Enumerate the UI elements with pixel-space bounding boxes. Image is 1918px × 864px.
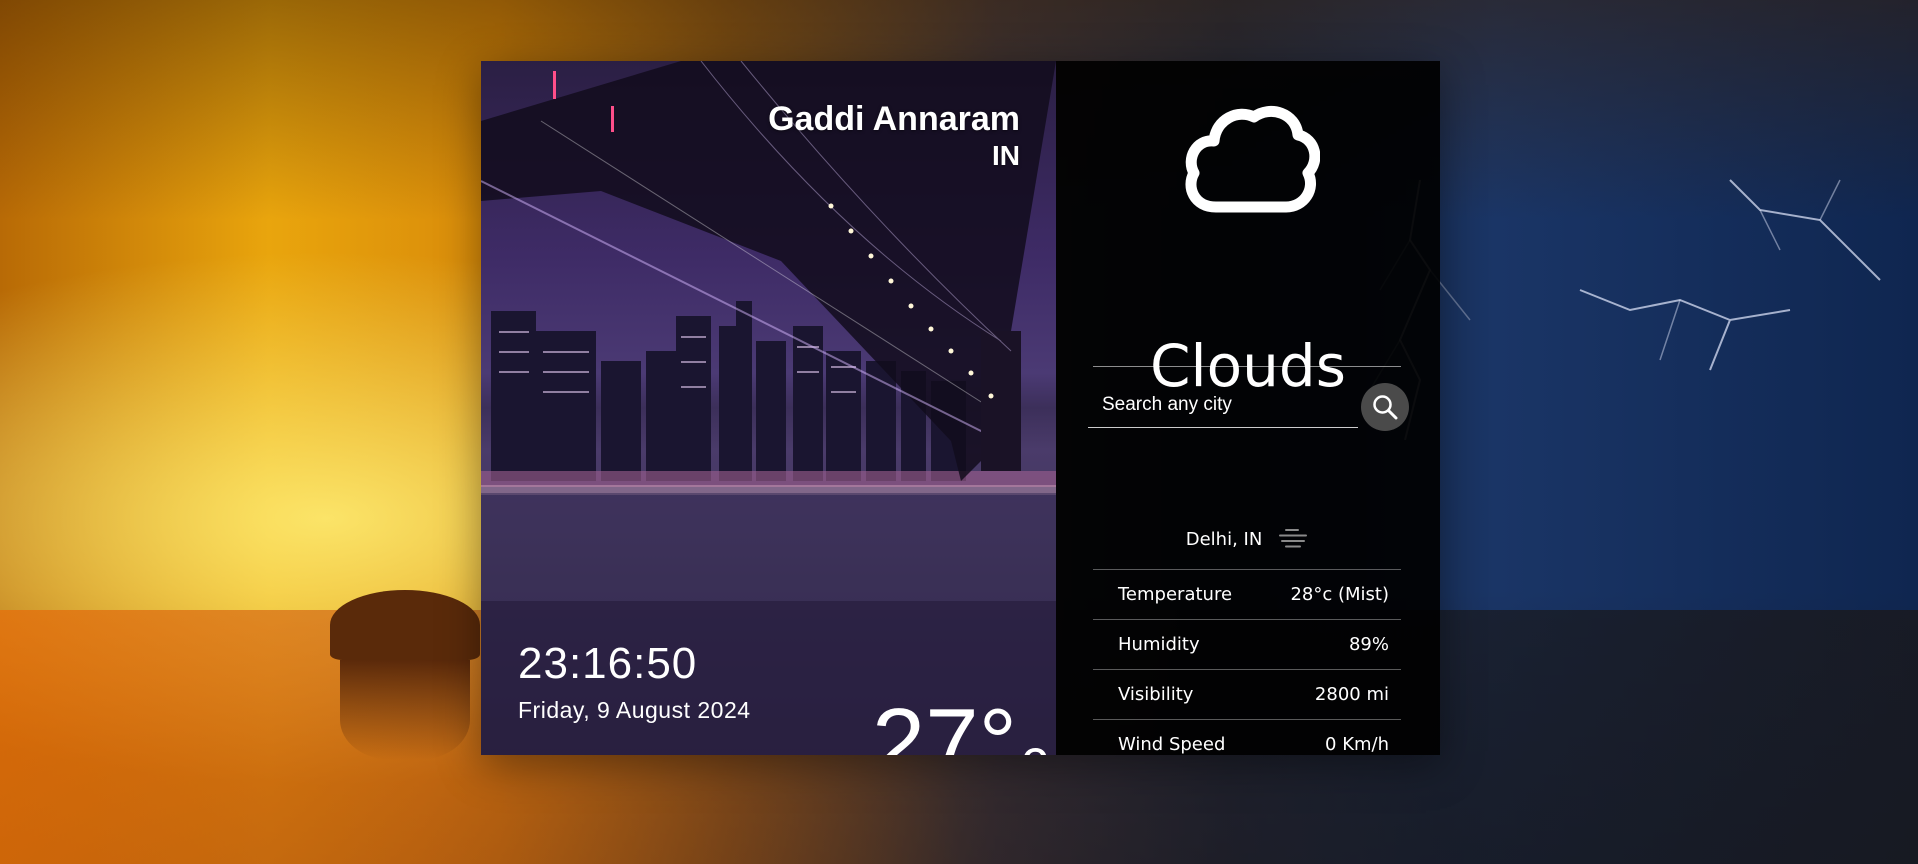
weather-details-panel: Clouds Delhi, IN xyxy=(1056,61,1440,755)
temperature-degree: ° xyxy=(978,689,1017,756)
stat-label: Visibility xyxy=(1118,684,1194,705)
search-button[interactable] xyxy=(1361,383,1409,431)
weather-card: Gaddi Annaram IN 23:16:50 Friday, 9 Augu… xyxy=(481,61,1440,755)
clock-time: 23:16:50 xyxy=(518,639,698,688)
current-location-name: Delhi, IN xyxy=(1185,528,1263,550)
stat-value: 2800 mi xyxy=(1314,684,1389,705)
location-heading: Gaddi Annaram IN xyxy=(768,99,1020,173)
city-image-panel: Gaddi Annaram IN 23:16:50 Friday, 9 Augu… xyxy=(481,61,1056,755)
stat-visibility: Visibility 2800 mi xyxy=(1093,669,1401,719)
condition-divider xyxy=(1093,366,1401,367)
temperature-value: 27 xyxy=(871,689,979,756)
stat-wind-speed: Wind Speed 0 Km/h xyxy=(1093,719,1401,769)
background-island xyxy=(330,590,480,660)
stat-label: Temperature xyxy=(1118,584,1233,605)
current-temperature: 27 ° c xyxy=(871,689,1048,756)
stat-label: Wind Speed xyxy=(1118,734,1226,755)
stat-value: 89% xyxy=(1348,634,1389,655)
current-location-row: Delhi, IN xyxy=(1056,523,1440,555)
date-time: 23:16:50 Friday, 9 August 2024 xyxy=(518,639,751,725)
city-name: Gaddi Annaram xyxy=(768,100,1020,138)
country-code: IN xyxy=(992,140,1020,171)
search-icon xyxy=(1373,395,1398,420)
lightning-bolt-right xyxy=(1579,179,1881,371)
stat-label: Humidity xyxy=(1118,634,1200,655)
stat-temperature: Temperature 28°c (Mist) xyxy=(1093,569,1401,619)
weather-stats-list: Temperature 28°c (Mist) Humidity 89% Vis… xyxy=(1093,569,1401,769)
search-bar xyxy=(1088,383,1409,431)
clock-date: Friday, 9 August 2024 xyxy=(518,697,751,723)
stat-value: 0 Km/h xyxy=(1325,734,1389,755)
stat-value: 28°c (Mist) xyxy=(1290,584,1389,605)
search-input[interactable] xyxy=(1088,383,1358,428)
temperature-unit: c xyxy=(1021,727,1048,755)
cloud-icon xyxy=(1185,105,1320,213)
mist-icon xyxy=(1279,529,1308,548)
background-island-reflection xyxy=(340,660,470,760)
stat-humidity: Humidity 89% xyxy=(1093,619,1401,669)
